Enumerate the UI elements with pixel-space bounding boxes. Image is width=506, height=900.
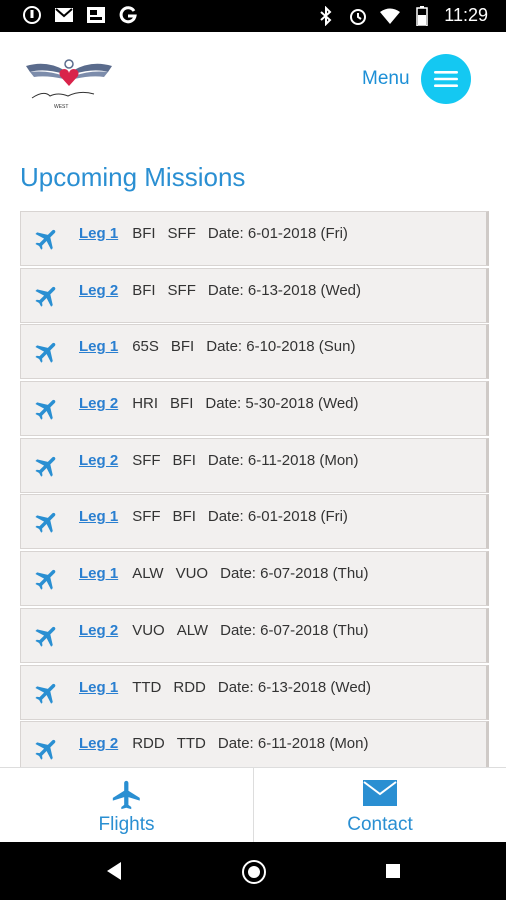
mission-date: Date: 6-11-2018 (Mon): [207, 451, 359, 469]
home-icon[interactable]: [242, 860, 266, 884]
mission-from: SFF: [132, 508, 161, 526]
mission-text: Leg 1 SFF BFI Date: 6-01-2018 (Fri): [79, 508, 348, 525]
missions-list: Leg 1 BFI SFF Date: 6-01-2018 (Fri) Leg 2 BFI…: [20, 211, 489, 767]
mission-from: RDD: [132, 735, 165, 753]
app-header: WEST Menu: [0, 32, 506, 122]
bottom-tab-bar: Flights Contact: [0, 767, 506, 843]
mission-from: HRI: [132, 395, 159, 413]
mission-text: Leg 2 VUO ALW Date: 6-07-2018 (Thu): [79, 622, 369, 639]
mission-from: TTD: [132, 678, 162, 696]
photo-icon: [86, 5, 106, 25]
back-icon[interactable]: [106, 861, 122, 886]
notification-icon: [22, 5, 42, 25]
mission-text: Leg 1 65S BFI Date: 6-10-2018 (Sun): [79, 338, 356, 355]
mission-row: Leg 2 VUO ALW Date: 6-07-2018 (Thu): [20, 607, 489, 663]
mission-from: 65S: [132, 338, 159, 356]
logo-west-text: WEST: [54, 104, 68, 110]
airplane-icon: [33, 338, 61, 366]
mission-to: BFI: [172, 451, 196, 469]
mission-date: Date: 6-10-2018 (Sun): [206, 338, 356, 356]
airplane-icon: [33, 452, 61, 480]
mission-row: Leg 1 SFF BFI Date: 6-01-2018 (Fri): [20, 494, 489, 550]
mission-row: Leg 2 HRI BFI Date: 5-30-2018 (Wed): [20, 381, 489, 437]
status-bar: 11:29: [0, 0, 506, 32]
airplane-icon: [33, 622, 61, 650]
mission-text: Leg 1 BFI SFF Date: 6-01-2018 (Fri): [79, 225, 348, 242]
leg-link[interactable]: Leg 2: [79, 395, 118, 412]
airplane-icon: [33, 225, 61, 253]
battery-icon: [412, 5, 432, 26]
mission-from: VUO: [132, 621, 165, 639]
leg-link[interactable]: Leg 2: [79, 735, 118, 752]
page-title: Upcoming Missions: [20, 162, 246, 192]
recents-icon[interactable]: [386, 864, 400, 878]
tab-contact[interactable]: Contact: [253, 768, 506, 843]
mission-to: BFI: [172, 508, 196, 526]
mission-row: Leg 2 SFF BFI Date: 6-11-2018 (Mon): [20, 437, 489, 493]
mission-date: Date: 6-01-2018 (Fri): [207, 508, 348, 526]
wifi-icon: [380, 6, 401, 26]
mission-text: Leg 1 ALW VUO Date: 6-07-2018 (Thu): [79, 565, 369, 582]
mission-to: SFF: [167, 225, 196, 242]
mission-text: Leg 1 TTD RDD Date: 6-13-2018 (Wed): [79, 679, 371, 696]
mission-to: TTD: [176, 735, 206, 753]
gmail-icon: [54, 5, 74, 25]
mission-date: Date: 6-01-2018 (Fri): [207, 225, 348, 242]
leg-link[interactable]: Leg 1: [79, 565, 118, 582]
system-nav-bar: [0, 842, 506, 900]
alarm-icon: [348, 6, 368, 26]
mission-row: Leg 1 65S BFI Date: 6-10-2018 (Sun): [20, 324, 489, 380]
mission-row: Leg 1 ALW VUO Date: 6-07-2018 (Thu): [20, 551, 489, 607]
mission-date: Date: 6-13-2018 (Wed): [217, 678, 371, 696]
mission-to: BFI: [170, 338, 195, 356]
leg-link[interactable]: Leg 2: [79, 282, 118, 299]
mission-row: Leg 2 RDD TTD Date: 6-11-2018 (Mon): [20, 721, 489, 767]
mission-date: Date: 6-11-2018 (Mon): [217, 735, 369, 753]
airplane-icon: [33, 679, 61, 707]
airplane-icon: [110, 778, 144, 817]
mission-text: Leg 2 HRI BFI Date: 5-30-2018 (Wed): [79, 395, 359, 412]
tab-flights-label: Flights: [98, 814, 155, 835]
mission-to: ALW: [176, 621, 209, 639]
envelope-icon: [362, 778, 398, 813]
leg-link[interactable]: Leg 1: [79, 338, 118, 355]
mission-date: Date: 5-30-2018 (Wed): [205, 395, 359, 413]
airplane-icon: [33, 565, 61, 593]
tab-contact-label: Contact: [347, 814, 413, 835]
leg-link[interactable]: Leg 1: [79, 225, 118, 242]
mission-text: Leg 2 SFF BFI Date: 6-11-2018 (Mon): [79, 452, 359, 469]
mission-date: Date: 6-13-2018 (Wed): [207, 281, 362, 299]
bluetooth-icon: [316, 5, 336, 26]
mission-from: ALW: [132, 565, 164, 583]
leg-link[interactable]: Leg 1: [79, 508, 118, 525]
airplane-icon: [33, 282, 61, 310]
leg-link[interactable]: Leg 2: [79, 452, 118, 469]
mission-to: RDD: [173, 678, 206, 696]
status-time: 11:29: [444, 5, 488, 25]
mission-to: VUO: [175, 565, 209, 583]
menu-label[interactable]: Menu: [362, 68, 410, 90]
mission-date: Date: 6-07-2018 (Thu): [220, 565, 369, 583]
mission-to: SFF: [167, 281, 196, 299]
mission-row: Leg 1 BFI SFF Date: 6-01-2018 (Fri): [20, 211, 489, 266]
google-g-icon: [118, 5, 138, 25]
airplane-icon: [33, 395, 61, 423]
hamburger-icon: [434, 71, 458, 87]
mission-to: BFI: [170, 395, 194, 413]
menu-button[interactable]: [421, 54, 471, 104]
mission-from: BFI: [132, 281, 156, 299]
mission-text: Leg 2 RDD TTD Date: 6-11-2018 (Mon): [79, 735, 369, 752]
mission-date: Date: 6-07-2018 (Thu): [220, 621, 369, 639]
angel-flight-logo[interactable]: WEST: [24, 50, 114, 110]
mission-row: Leg 2 BFI SFF Date: 6-13-2018 (Wed): [20, 267, 489, 323]
mission-text: Leg 2 BFI SFF Date: 6-13-2018 (Wed): [79, 282, 361, 299]
mission-row: Leg 1 TTD RDD Date: 6-13-2018 (Wed): [20, 664, 489, 720]
leg-link[interactable]: Leg 2: [79, 622, 118, 639]
tab-flights[interactable]: Flights: [0, 768, 253, 843]
leg-link[interactable]: Leg 1: [79, 679, 118, 696]
airplane-icon: [33, 735, 61, 763]
mission-from: BFI: [132, 225, 156, 242]
mission-from: SFF: [132, 451, 161, 469]
airplane-icon: [33, 508, 61, 536]
